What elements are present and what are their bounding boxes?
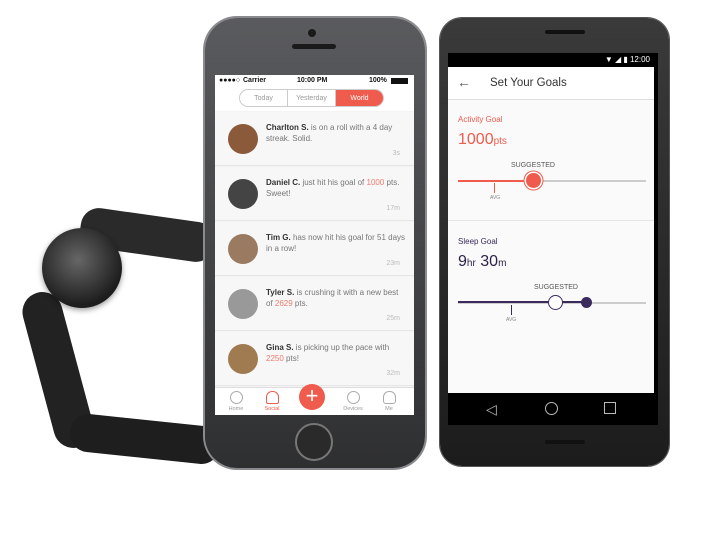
wifi-icon: ▼ ◢ ▮ — [604, 55, 630, 64]
camera — [308, 29, 316, 37]
timestamp: 25m — [386, 315, 400, 322]
avg-tick — [494, 183, 495, 193]
feed-item[interactable]: Charlton S. is on a roll with a 4 day st… — [215, 112, 414, 166]
carrier: Carrier — [243, 77, 266, 84]
divider — [448, 220, 654, 221]
avatar — [228, 289, 258, 319]
feed-item[interactable]: Daniel C. just hit his goal of 1000 pts.… — [215, 167, 414, 221]
tab-label: Me — [385, 406, 393, 412]
battery-icon — [391, 78, 408, 84]
feed-item[interactable]: Gina S. is picking up the pace with 2250… — [215, 332, 414, 386]
timestamp: 23m — [386, 260, 400, 267]
home-button[interactable] — [295, 423, 333, 461]
feed-text: Tim G. has now hit his goal for 51 days … — [266, 233, 406, 253]
tab-bar: Home Social + Devices Me — [215, 384, 414, 415]
person-icon — [382, 391, 396, 404]
tab-home[interactable]: Home — [218, 390, 254, 412]
speaker — [545, 440, 585, 444]
home-icon[interactable] — [545, 402, 558, 415]
activity-goal-value: 1000pts — [458, 131, 507, 148]
suggested-label: SUGGESTED — [534, 284, 578, 291]
activity-slider-thumb[interactable] — [526, 173, 542, 188]
time: 12:00 — [629, 55, 650, 64]
tab-social[interactable]: Social — [254, 390, 290, 412]
signal-icon: ●●●●○ — [219, 77, 241, 84]
feed-item[interactable]: Tim G. has now hit his goal for 51 days … — [215, 222, 414, 276]
tab-label: Devices — [343, 406, 363, 412]
feed-item[interactable]: Tyler S. is crushing it with a new best … — [215, 277, 414, 331]
app-bar: ← Set Your Goals — [448, 67, 654, 100]
back-icon[interactable]: ◁ — [486, 401, 497, 418]
circle-icon — [346, 391, 360, 404]
feed-text: Gina S. is picking up the pace with 2250… — [266, 343, 390, 363]
tab-devices[interactable]: Devices — [335, 390, 371, 412]
suggested-marker — [548, 295, 563, 310]
iphone-screen: ●●●●○ Carrier 10:00 PM 100% Today Yester… — [215, 75, 414, 415]
tab-yesterday[interactable]: Yesterday — [288, 90, 336, 106]
feed-text: Daniel C. just hit his goal of 1000 pts.… — [266, 178, 400, 198]
tab-label: Home — [228, 406, 244, 412]
tab-today[interactable]: Today — [240, 90, 288, 106]
status-bar: ●●●●○ Carrier 10:00 PM 100% — [215, 75, 414, 87]
android-screen: ▼ ◢ ▮ 12:00 ← Set Your Goals Activity Go… — [448, 53, 658, 425]
tab-world[interactable]: World — [336, 90, 383, 106]
activity-goal-label: Activity Goal — [458, 115, 503, 124]
timestamp: 32m — [386, 370, 400, 377]
goals-content: ← Set Your Goals Activity Goal 1000pts S… — [448, 67, 654, 393]
avatar — [228, 124, 258, 154]
avg-label: AVG — [490, 195, 501, 201]
avg-label: AVG — [506, 317, 517, 323]
sleep-goal-label: Sleep Goal — [458, 237, 498, 246]
avatar — [228, 234, 258, 264]
tab-label: Social — [264, 406, 280, 412]
plus-icon[interactable]: + — [299, 384, 325, 410]
sleep-slider-thumb[interactable] — [580, 297, 592, 308]
sleep-goal-value: 9hr 30m — [458, 253, 507, 270]
battery: 100% — [369, 77, 387, 84]
timestamp: 3s — [392, 150, 400, 157]
status-bar: ▼ ◢ ▮ 12:00 — [448, 53, 658, 67]
recents-icon[interactable] — [604, 402, 616, 414]
tab-me[interactable]: Me — [371, 390, 407, 412]
nav-bar: ◁ — [448, 393, 658, 425]
timestamp: 17m — [386, 205, 400, 212]
back-arrow-icon[interactable]: ← — [457, 74, 471, 90]
suggested-label: SUGGESTED — [511, 162, 555, 169]
feed-text: Tyler S. is crushing it with a new best … — [266, 288, 399, 308]
people-icon — [265, 391, 279, 404]
circle-icon — [229, 391, 243, 404]
avg-tick — [511, 305, 512, 315]
segmented-control: Today Yesterday World — [239, 89, 384, 107]
time: 10:00 PM — [297, 77, 328, 84]
avatar — [228, 179, 258, 209]
avatar — [228, 344, 258, 374]
feed-text: Charlton S. is on a roll with a 4 day st… — [266, 123, 393, 143]
page-title: Set Your Goals — [490, 77, 567, 89]
speaker — [292, 44, 336, 49]
speaker — [545, 30, 585, 34]
